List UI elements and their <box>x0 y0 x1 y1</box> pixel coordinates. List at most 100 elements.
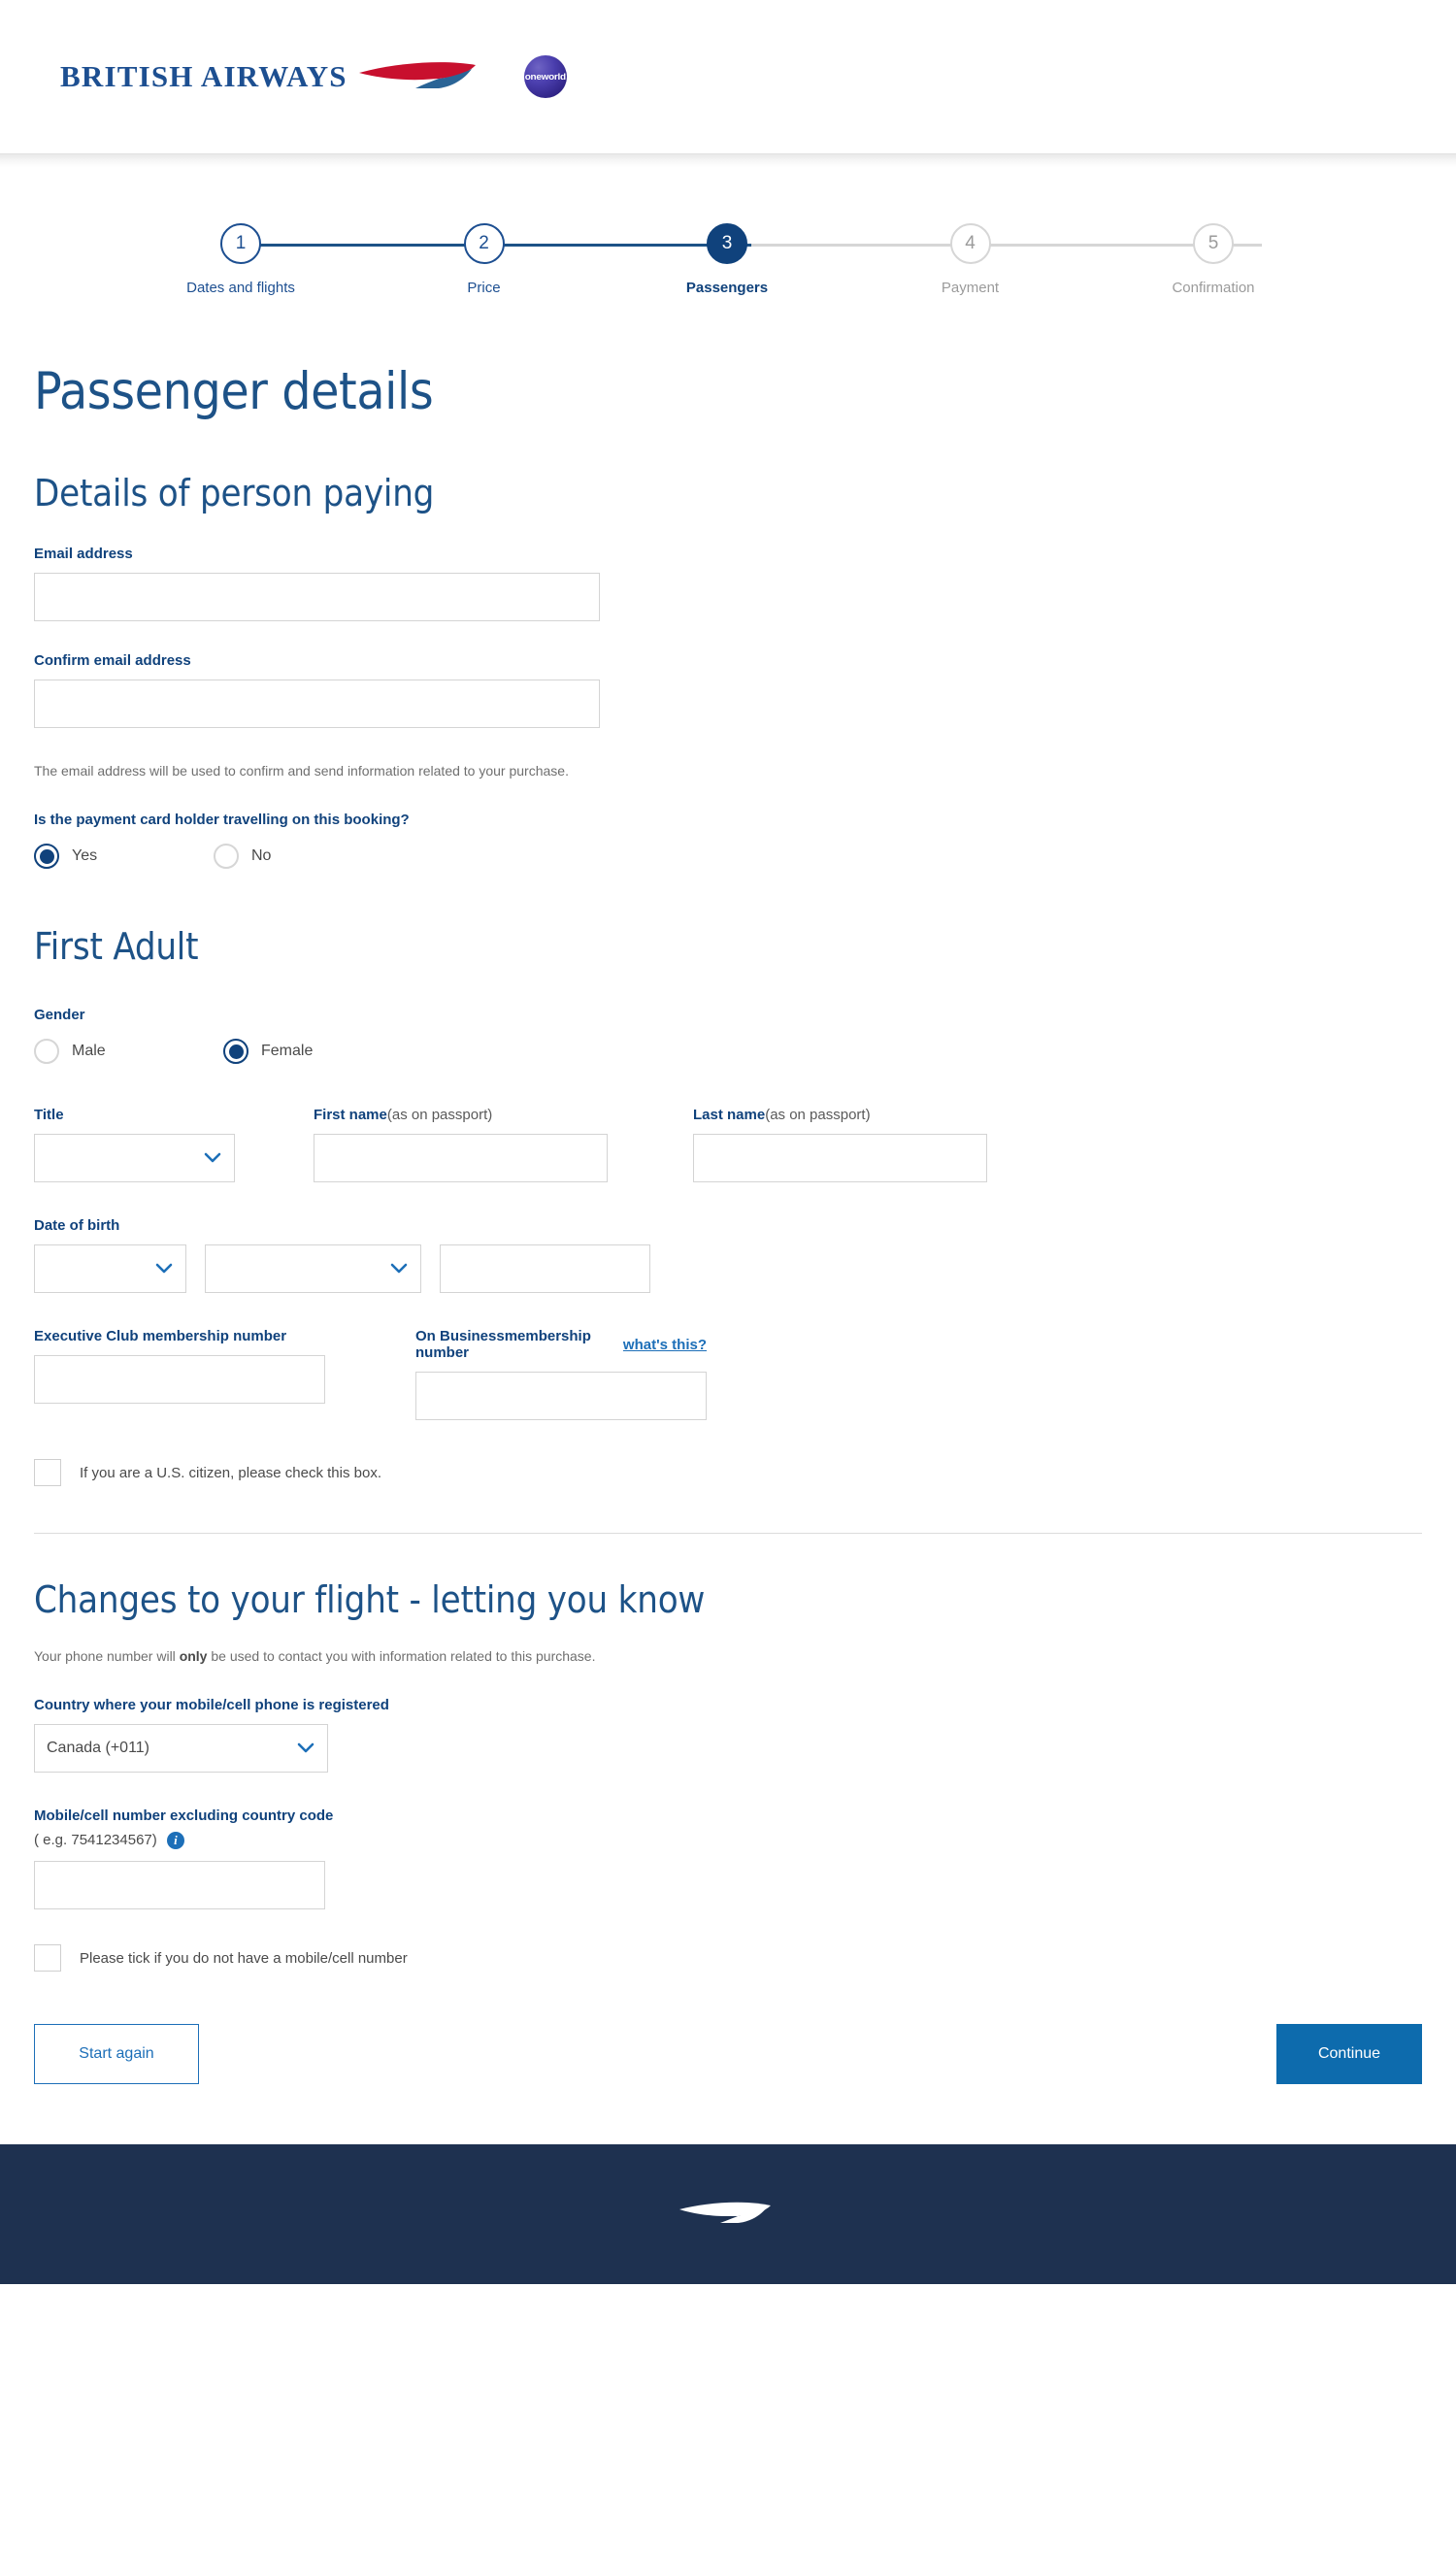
continue-button[interactable]: Continue <box>1276 2024 1422 2085</box>
phone-usage-note-before: Your phone number will <box>34 1648 180 1664</box>
gender-radio-male-label: Male <box>72 1043 106 1059</box>
site-header: BRITISH AIRWAYS oneworld <box>0 0 1456 153</box>
no-mobile-checkbox-row[interactable]: Please tick if you do not have a mobile/… <box>34 1944 1422 1973</box>
step-number-2: 2 <box>463 223 505 264</box>
radio-circle-icon-no <box>214 844 239 869</box>
cardholder-radio-yes[interactable]: Yes <box>34 844 214 869</box>
dob-month-group <box>205 1244 421 1293</box>
first-name-input[interactable] <box>314 1134 608 1182</box>
date-of-birth-group: Date of birth <box>34 1217 1422 1293</box>
oneworld-alliance-logo[interactable]: oneworld <box>523 55 567 98</box>
step-number-4: 4 <box>949 223 991 264</box>
first-name-label-text: First name <box>314 1107 387 1123</box>
dob-month-select[interactable] <box>205 1244 421 1293</box>
site-footer <box>0 2144 1456 2285</box>
executive-club-input[interactable] <box>34 1355 325 1404</box>
footer-speedmarque-icon <box>678 2193 778 2237</box>
step-label-3: Passengers <box>685 280 769 296</box>
first-name-group: First name(as on passport) <box>314 1107 608 1182</box>
no-mobile-checkbox-label: Please tick if you do not have a mobile/… <box>80 1949 408 1967</box>
radio-circle-icon-male <box>34 1039 59 1064</box>
title-group: Title <box>34 1107 235 1182</box>
no-mobile-checkbox[interactable] <box>34 1944 61 1973</box>
mobile-number-group: Mobile/cell number excluding country cod… <box>34 1807 1422 1910</box>
email-helper-text: The email address will be used to confir… <box>34 763 569 779</box>
radio-dot-yes <box>39 848 54 864</box>
changes-section-heading: Changes to your flight - letting you kno… <box>34 1578 706 1621</box>
confirm-email-address-input[interactable] <box>34 680 600 728</box>
step-label-5: Confirmation <box>1172 280 1255 296</box>
section-divider <box>34 1533 1422 1534</box>
dob-year-input[interactable] <box>440 1244 650 1293</box>
gender-radio-male[interactable]: Male <box>34 1039 223 1064</box>
phone-country-value: Canada (+011) <box>47 1740 149 1756</box>
step-number-1: 1 <box>220 223 261 264</box>
executive-club-group: Executive Club membership number <box>34 1328 325 1404</box>
radio-circle-icon-female <box>223 1039 248 1064</box>
mobile-number-input[interactable] <box>34 1861 325 1910</box>
cardholder-radio-no[interactable]: No <box>214 844 271 869</box>
confirm-email-address-label: Confirm email address <box>34 652 191 669</box>
mobile-number-example: ( e.g. 7541234567) i <box>34 1832 1422 1850</box>
confirm-email-address-group: Confirm email address <box>34 652 1422 728</box>
stepper-step-payment: 4 Payment <box>898 223 1043 296</box>
us-citizen-checkbox-row[interactable]: If you are a U.S. citizen, please check … <box>34 1459 1422 1486</box>
phone-usage-note: Your phone number will only be used to c… <box>34 1648 1422 1664</box>
on-business-group: On Businessmembership number what's this… <box>415 1328 707 1420</box>
on-business-input[interactable] <box>415 1372 707 1420</box>
page-title: Passenger details <box>34 362 434 421</box>
payer-section-heading: Details of person paying <box>34 472 435 514</box>
last-name-group: Last name(as on passport) <box>693 1107 987 1182</box>
phone-country-label: Country where your mobile/cell phone is … <box>34 1697 389 1713</box>
radio-circle-icon-yes <box>34 844 59 869</box>
step-label-4: Payment <box>941 280 1000 296</box>
oneworld-label: oneworld <box>524 72 566 82</box>
gender-label: Gender <box>34 1007 85 1023</box>
british-airways-logo[interactable]: BRITISH AIRWAYS <box>60 53 483 101</box>
on-business-label-text: On Businessmembership number <box>415 1328 591 1361</box>
last-name-input[interactable] <box>693 1134 987 1182</box>
cardholder-radio-no-label: No <box>251 847 272 864</box>
phone-country-group: Country where your mobile/cell phone is … <box>34 1697 1422 1773</box>
last-name-label-sub: (as on passport) <box>765 1107 871 1123</box>
gender-radio-group: Male Female <box>34 1039 1422 1064</box>
cardholder-travelling-question: Is the payment card holder travelling on… <box>34 812 410 828</box>
stepper-step-price[interactable]: 2 Price <box>412 223 557 296</box>
whats-this-link[interactable]: what's this? <box>623 1337 707 1353</box>
email-address-group: Email address <box>34 546 1422 621</box>
stepper-step-confirmation: 5 Confirmation <box>1141 223 1286 296</box>
us-citizen-checkbox[interactable] <box>34 1459 61 1486</box>
header-divider <box>0 153 1456 167</box>
radio-dot-female <box>228 1044 244 1059</box>
dob-year-group <box>440 1244 650 1293</box>
ba-wordmark: BRITISH AIRWAYS <box>60 59 347 93</box>
name-fields-row: Title First name(as on passport) Last na… <box>34 1107 1422 1182</box>
stepper-step-passengers[interactable]: 3 Passengers <box>654 223 800 296</box>
title-select[interactable] <box>34 1134 235 1182</box>
membership-fields-row: Executive Club membership number On Busi… <box>34 1328 1422 1420</box>
first-name-label: First name(as on passport) <box>314 1107 608 1123</box>
step-label-1: Dates and flights <box>186 280 295 296</box>
passenger-section-heading: First Adult <box>34 925 199 968</box>
cardholder-radio-yes-label: Yes <box>72 847 98 864</box>
step-number-5: 5 <box>1193 223 1234 264</box>
dob-day-select[interactable] <box>34 1244 186 1293</box>
cardholder-travelling-radio-group: Yes No <box>34 844 1422 869</box>
phone-country-select[interactable]: Canada (+011) <box>34 1724 328 1773</box>
cardholder-travelling-group: Is the payment card holder travelling on… <box>34 812 1422 869</box>
step-label-2: Price <box>467 280 501 296</box>
date-of-birth-label: Date of birth <box>34 1217 120 1234</box>
phone-usage-note-emphasis: only <box>179 1648 208 1664</box>
email-address-input[interactable] <box>34 573 600 621</box>
on-business-label: On Businessmembership number what's this… <box>415 1328 707 1361</box>
mobile-number-label: Mobile/cell number excluding country cod… <box>34 1807 334 1824</box>
us-citizen-checkbox-label: If you are a U.S. citizen, please check … <box>80 1464 381 1481</box>
phone-usage-note-after: be used to contact you with information … <box>207 1648 596 1664</box>
last-name-label-text: Last name <box>693 1107 766 1123</box>
info-icon[interactable]: i <box>166 1832 184 1850</box>
booking-progress-stepper: 1 Dates and flights 2 Price 3 Passengers… <box>34 223 1422 296</box>
gender-radio-female[interactable]: Female <box>223 1039 313 1064</box>
start-again-button[interactable]: Start again <box>34 2024 199 2085</box>
title-label: Title <box>34 1107 64 1123</box>
stepper-step-dates-and-flights[interactable]: 1 Dates and flights <box>168 223 314 296</box>
